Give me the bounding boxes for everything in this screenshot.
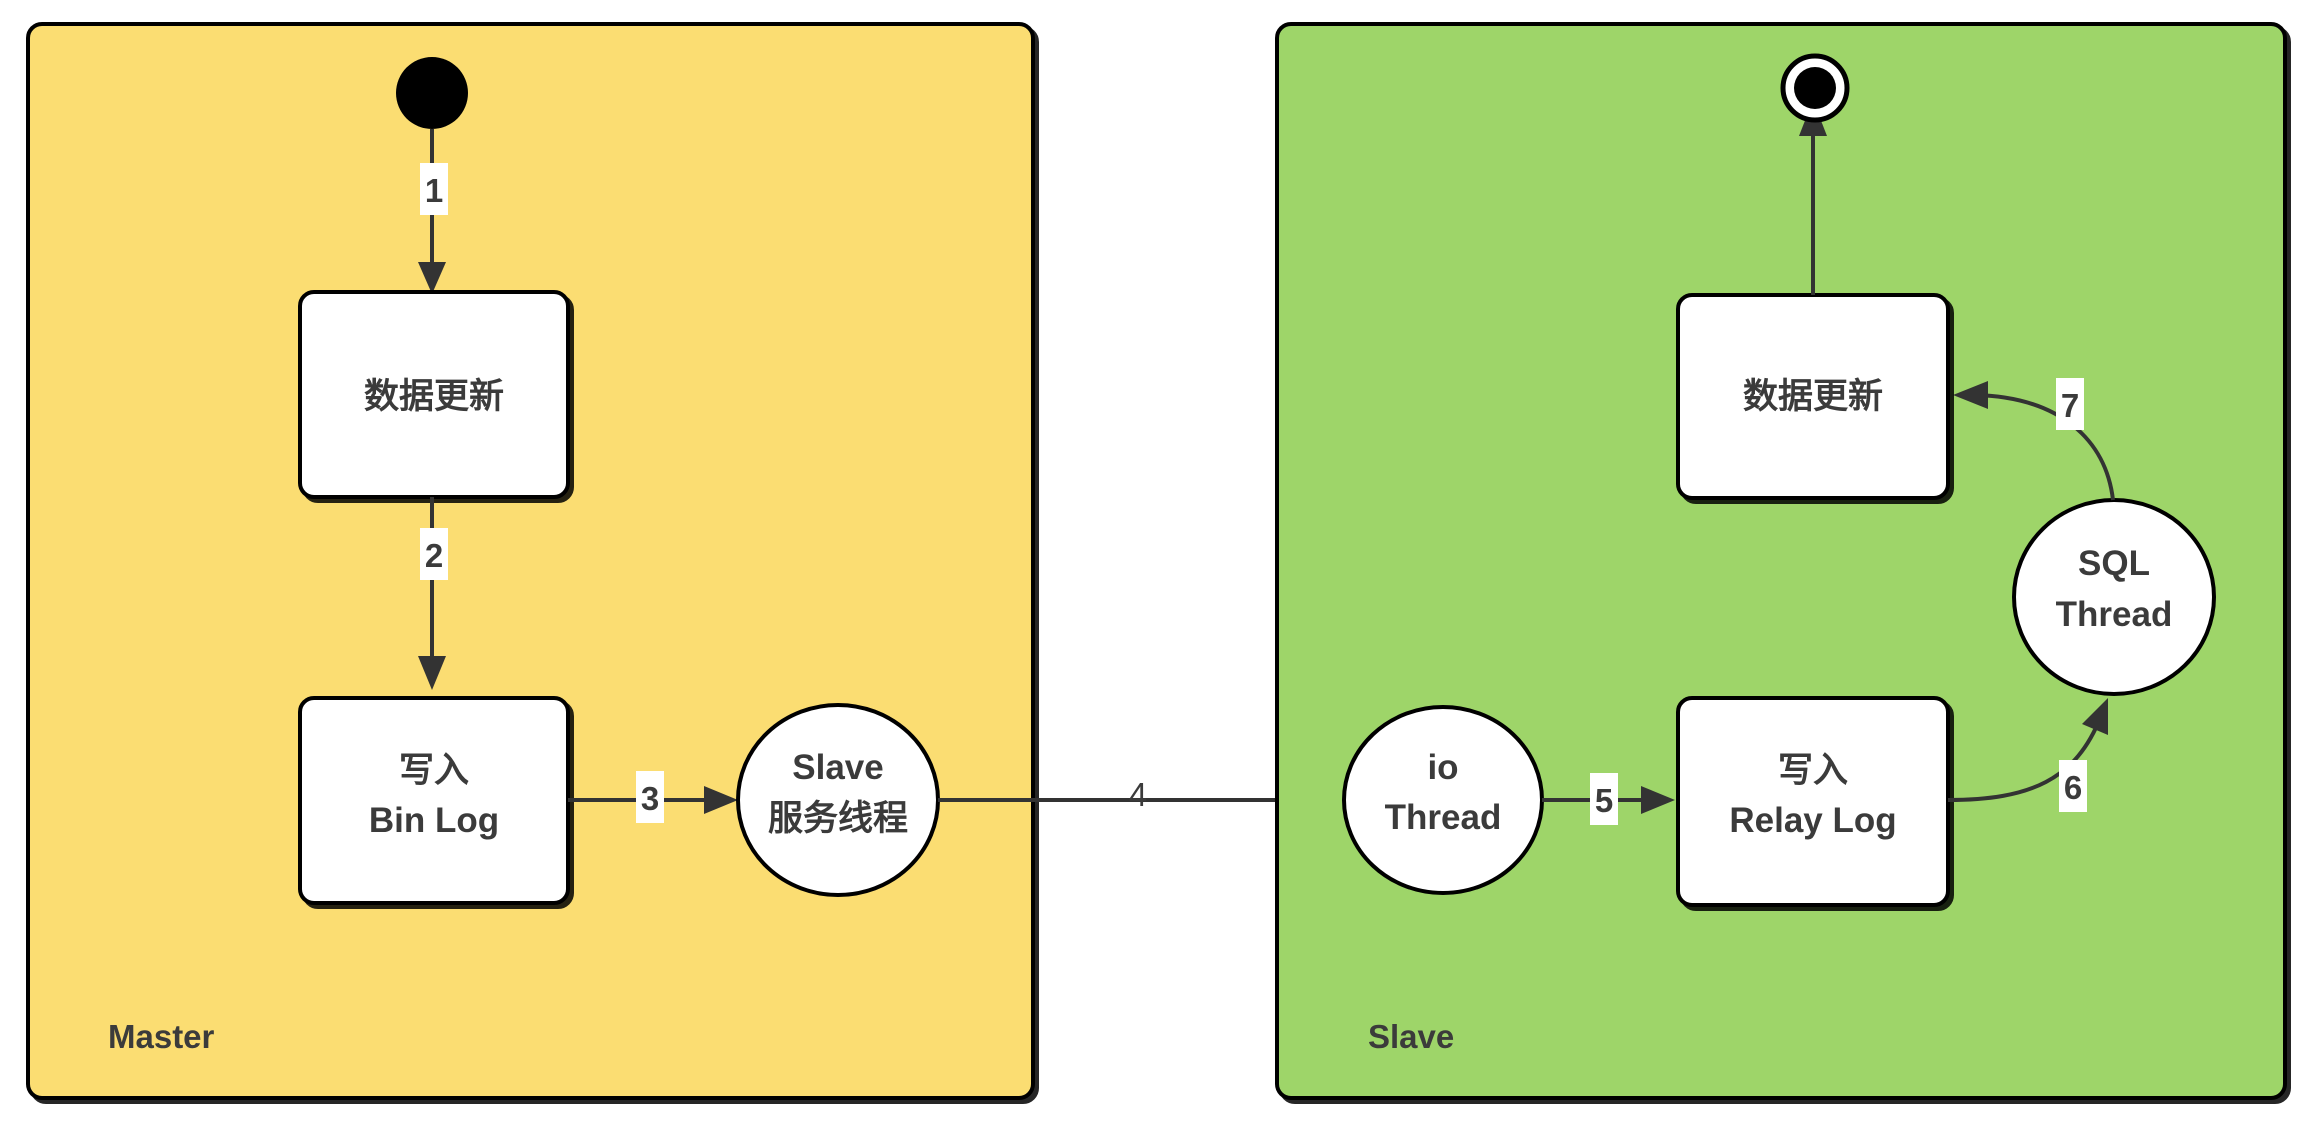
edge-4-label: 4 [1129,776,1147,813]
pool-master-label: Master [108,1018,215,1055]
node-io-thread[interactable]: io Thread [1342,705,1544,895]
end-node-inner-dot [1794,67,1836,109]
node-master-bin-log[interactable]: 写入 Bin Log [298,696,570,905]
node-master-data-update-label: 数据更新 [364,377,504,416]
node-slave-data-update-label: 数据更新 [1743,377,1883,416]
start-node-circle[interactable] [396,57,468,129]
edge-6-label: 6 [2064,769,2082,806]
diagram-canvas: Master 1 数据更新 2 写入 Bin Log 3 Slave 服务线程 … [26,22,2287,1100]
node-io-thread-label-line1: io [1427,748,1458,787]
node-sql-thread[interactable]: SQL Thread [2012,498,2216,696]
replication-diagram: Master 1 数据更新 2 写入 Bin Log 3 Slave 服务线程 … [0,0,2318,1128]
edge-1-label: 1 [425,172,443,209]
node-slave-data-update[interactable]: 数据更新 [1676,293,1950,500]
pool-master[interactable]: Master [26,22,1035,1100]
node-master-data-update[interactable]: 数据更新 [298,290,570,499]
node-sql-thread-label-line2: Thread [2056,595,2173,634]
edge-7-label: 7 [2061,387,2079,424]
pool-slave-label: Slave [1368,1018,1454,1055]
node-slave-relay-log-label-line2: Relay Log [1729,801,1896,840]
edge-2-label: 2 [425,537,443,574]
node-io-thread-label-line2: Thread [1385,798,1502,837]
end-node[interactable] [1780,53,1850,123]
node-slave-service-thread[interactable]: Slave 服务线程 [736,703,940,897]
edge-5-label: 5 [1595,782,1613,819]
node-master-bin-log-label-line2: Bin Log [369,801,499,840]
node-slave-service-thread-label-line1: Slave [792,748,883,787]
start-node[interactable] [396,57,468,129]
edge-3-label: 3 [641,780,659,817]
node-slave-service-thread-label-line2: 服务线程 [768,799,908,838]
pool-master-rect[interactable] [26,22,1035,1100]
node-slave-relay-log-label-line1: 写入 [1778,751,1848,790]
node-master-bin-log-label-line1: 写入 [399,751,469,790]
node-sql-thread-label-line1: SQL [2078,544,2150,583]
node-slave-relay-log[interactable]: 写入 Relay Log [1676,696,1950,907]
